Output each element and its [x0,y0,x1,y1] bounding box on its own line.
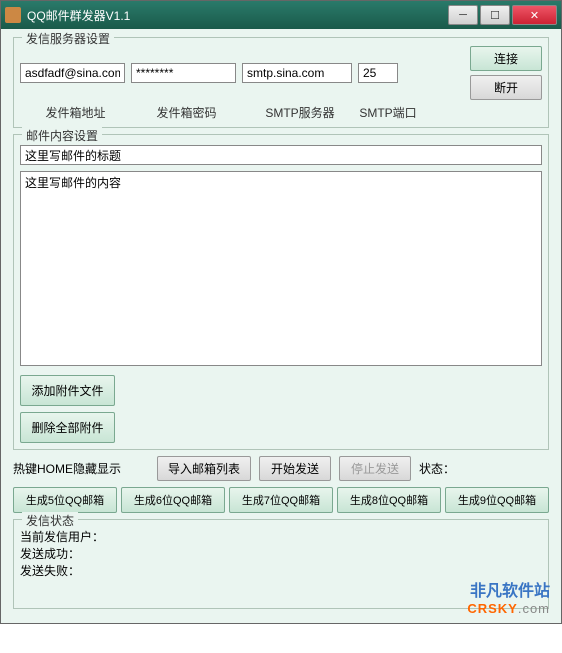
hotkey-label: 热键HOME隐藏显示 [13,460,121,477]
disconnect-button[interactable]: 断开 [470,75,542,100]
start-send-button[interactable]: 开始发送 [259,456,331,481]
sender-password-label: 发件箱密码 [131,104,242,121]
sender-address-input[interactable] [20,63,125,83]
send-status-group: 发信状态 当前发信用户： 发送成功： 发送失败： [13,519,549,609]
smtp-server-label: SMTP服务器 [242,104,358,121]
gen-6-button[interactable]: 生成6位QQ邮箱 [121,487,225,513]
smtp-server-input[interactable] [242,63,352,83]
action-row: 热键HOME隐藏显示 导入邮箱列表 开始发送 停止发送 状态： [13,456,549,481]
stop-send-button[interactable]: 停止发送 [339,456,411,481]
body-textarea[interactable]: 这里写邮件的内容 [20,171,542,366]
close-button[interactable]: ✕ [512,5,557,25]
current-user-line: 当前发信用户： [20,528,542,545]
generate-row: 生成5位QQ邮箱 生成6位QQ邮箱 生成7位QQ邮箱 生成8位QQ邮箱 生成9位… [13,487,549,513]
smtp-port-label: SMTP端口 [358,104,418,121]
add-attachment-button[interactable]: 添加附件文件 [20,375,115,406]
titlebar: QQ邮件群发器V1.1 ─ ☐ ✕ [1,1,561,29]
app-icon [5,7,21,23]
import-mailbox-button[interactable]: 导入邮箱列表 [157,456,251,481]
connect-button[interactable]: 连接 [470,46,542,71]
gen-7-button[interactable]: 生成7位QQ邮箱 [229,487,333,513]
maximize-button[interactable]: ☐ [480,5,510,25]
status-group-title: 发信状态 [22,512,78,529]
minimize-button[interactable]: ─ [448,5,478,25]
server-group-title: 发信服务器设置 [22,30,114,47]
success-line: 发送成功： [20,545,542,562]
gen-5-button[interactable]: 生成5位QQ邮箱 [13,487,117,513]
fail-line: 发送失败： [20,562,542,579]
smtp-port-input[interactable] [358,63,398,83]
sender-address-label: 发件箱地址 [20,104,131,121]
sender-password-input[interactable] [131,63,236,83]
server-settings-group: 发信服务器设置 连接 断开 发件箱地址 发件箱密码 SMTP服务器 SMTP端口 [13,37,549,128]
window-title: QQ邮件群发器V1.1 [27,7,448,24]
mail-content-group: 邮件内容设置 这里写邮件的内容 添加附件文件 删除全部附件 [13,134,549,450]
mail-group-title: 邮件内容设置 [22,127,102,144]
delete-attachments-button[interactable]: 删除全部附件 [20,412,115,443]
gen-9-button[interactable]: 生成9位QQ邮箱 [445,487,549,513]
subject-input[interactable] [20,145,542,165]
gen-8-button[interactable]: 生成8位QQ邮箱 [337,487,441,513]
status-label: 状态： [419,460,455,477]
